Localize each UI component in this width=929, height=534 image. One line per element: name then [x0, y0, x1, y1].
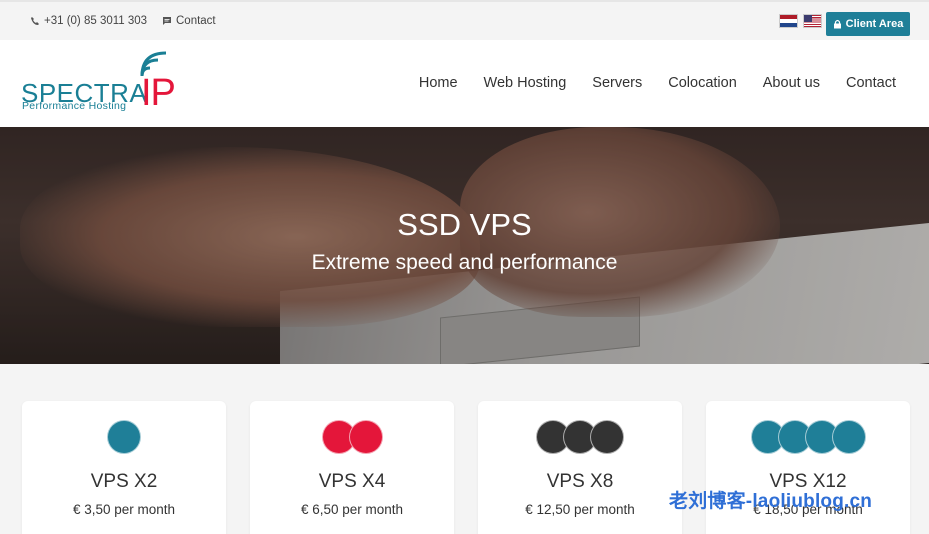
nav-web-hosting[interactable]: Web Hosting: [484, 75, 567, 91]
us-flag-icon[interactable]: [803, 14, 822, 28]
plan-dot: [590, 420, 624, 454]
plan-price: € 12,50 per month: [525, 502, 635, 517]
phone-link[interactable]: +31 (0) 85 3011 303: [30, 15, 147, 27]
plan-name: VPS X2: [90, 471, 158, 492]
chat-icon: [163, 17, 171, 25]
plan-dot: [348, 420, 383, 454]
plan-name: VPS X8: [546, 471, 614, 492]
plan-card-x2[interactable]: VPS X2 € 3,50 per month: [22, 401, 226, 534]
hero-banner: SSD VPS Extreme speed and performance: [0, 127, 929, 364]
plan-dot: [831, 420, 866, 454]
lock-icon: [833, 19, 841, 29]
plan-card-x12[interactable]: VPS X12 € 18,50 per month: [706, 401, 910, 534]
contact-link[interactable]: Contact: [162, 15, 216, 27]
plan-dots-icon: [478, 420, 682, 454]
logo-accent-text: IP: [141, 72, 176, 114]
plan-dots-icon: [706, 420, 910, 454]
nav-colocation[interactable]: Colocation: [668, 75, 737, 91]
plan-dots-icon: [22, 420, 226, 454]
plan-dot: [107, 420, 141, 454]
contact-label: Contact: [176, 15, 216, 27]
spectraip-logo[interactable]: SPECTRA IP Performance Hosting: [20, 50, 176, 116]
nav-home[interactable]: Home: [419, 75, 458, 91]
phone-icon: [31, 17, 39, 25]
dutch-flag-icon[interactable]: [779, 14, 798, 28]
watermark-text: 老刘博客-laoliublog.cn: [669, 491, 873, 512]
top-bar: +31 (0) 85 3011 303 Contact Client Area: [0, 0, 929, 40]
main-nav: Home Web Hosting Servers Colocation Abou…: [419, 75, 896, 91]
logo-tagline: Performance Hosting: [22, 100, 127, 112]
hero-title: SSD VPS: [397, 207, 532, 242]
plan-card-x4[interactable]: VPS X4 € 6,50 per month: [250, 401, 454, 534]
phone-number: +31 (0) 85 3011 303: [44, 15, 148, 27]
site-header: SPECTRA IP Performance Hosting Home Web …: [0, 40, 929, 127]
client-area-label: Client Area: [845, 18, 904, 30]
plan-name: VPS X4: [318, 471, 386, 492]
nav-about-us[interactable]: About us: [763, 75, 820, 91]
plan-price: € 6,50 per month: [300, 502, 404, 517]
plan-card-x8[interactable]: VPS X8 € 12,50 per month: [478, 401, 682, 534]
hero-subtitle: Extreme speed and performance: [311, 251, 618, 274]
nav-servers[interactable]: Servers: [592, 75, 642, 91]
nav-contact[interactable]: Contact: [846, 75, 896, 91]
client-area-button[interactable]: Client Area: [826, 12, 910, 36]
plan-dots-icon: [250, 420, 454, 454]
plan-price: € 3,50 per month: [72, 502, 176, 517]
